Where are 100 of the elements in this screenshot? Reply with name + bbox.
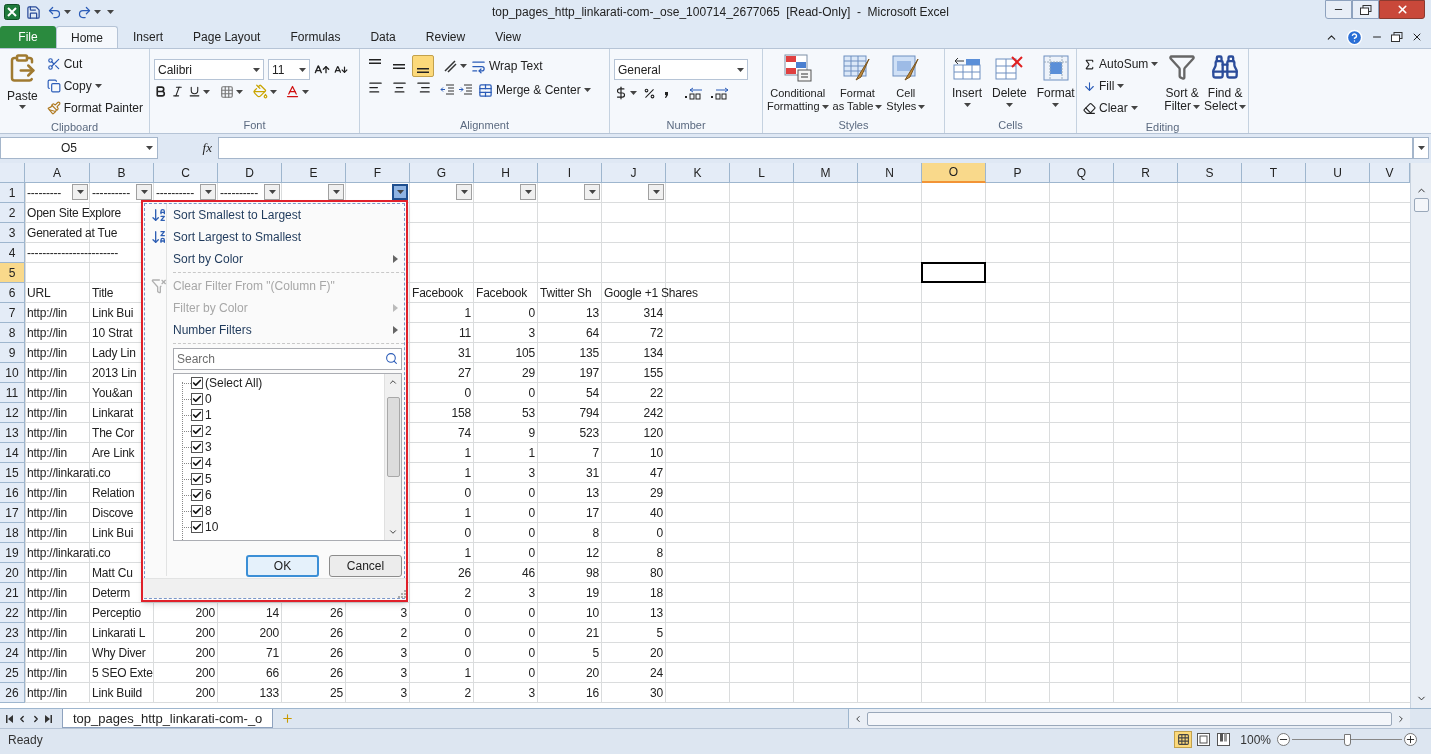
name-box[interactable]: O5 bbox=[0, 137, 158, 159]
checkbox[interactable] bbox=[191, 425, 203, 437]
row-header[interactable]: 2 bbox=[0, 203, 25, 223]
value-label[interactable]: 2 bbox=[205, 422, 212, 440]
filter-button[interactable] bbox=[136, 184, 152, 200]
filter-button[interactable] bbox=[328, 184, 344, 200]
menu-item[interactable]: Number Filters bbox=[145, 319, 404, 341]
zoom-level[interactable]: 100% bbox=[1240, 730, 1271, 749]
help-icon[interactable] bbox=[1346, 28, 1363, 46]
view-button[interactable] bbox=[1194, 731, 1213, 748]
value-label[interactable]: 4 bbox=[205, 454, 212, 472]
merge-center-button[interactable]: Merge & Center bbox=[476, 79, 593, 101]
ribbon-tab[interactable]: Data bbox=[355, 26, 411, 48]
column-header[interactable]: K bbox=[666, 163, 730, 183]
row-header[interactable]: 21 bbox=[0, 583, 25, 603]
row-header[interactable]: 18 bbox=[0, 523, 25, 543]
paste-button[interactable]: Paste bbox=[4, 53, 41, 119]
number-format-field[interactable]: General bbox=[614, 59, 748, 80]
row-header[interactable]: 10 bbox=[0, 363, 25, 383]
filter-button[interactable] bbox=[648, 184, 664, 200]
bold-icon[interactable] bbox=[154, 85, 167, 98]
vertical-scrollbar[interactable] bbox=[1410, 163, 1431, 708]
checkbox[interactable] bbox=[191, 441, 203, 453]
column-header[interactable]: O bbox=[922, 163, 986, 183]
style-button[interactable]: Format as Table bbox=[832, 53, 883, 117]
fill-color-icon[interactable] bbox=[253, 84, 268, 99]
zoom-slider-thumb[interactable] bbox=[1344, 733, 1351, 746]
column-header[interactable]: Q bbox=[1050, 163, 1114, 183]
menu-item[interactable]: Sort Largest to Smallest bbox=[145, 226, 404, 248]
dialog-button[interactable]: Cancel bbox=[329, 555, 402, 577]
zoom-slider[interactable] bbox=[1292, 733, 1402, 746]
row-header[interactable]: 13 bbox=[0, 423, 25, 443]
ribbon-tab[interactable]: Page Layout bbox=[178, 26, 276, 48]
row-header[interactable]: 17 bbox=[0, 503, 25, 523]
ribbon-tab[interactable]: Home bbox=[56, 26, 118, 48]
copy-button[interactable]: Copy bbox=[44, 75, 145, 97]
row-header[interactable]: 23 bbox=[0, 623, 25, 643]
zoom-out-icon[interactable] bbox=[1277, 733, 1290, 746]
column-header[interactable]: H bbox=[474, 163, 538, 183]
filter-button[interactable] bbox=[200, 184, 216, 200]
search-field[interactable]: Search bbox=[173, 348, 402, 370]
file-tab[interactable]: File bbox=[0, 26, 56, 48]
checkbox[interactable] bbox=[191, 457, 203, 469]
checkbox[interactable] bbox=[191, 409, 203, 421]
ribbon-tab[interactable]: Review bbox=[410, 26, 481, 48]
column-header[interactable]: B bbox=[90, 163, 154, 183]
percent-icon[interactable] bbox=[643, 86, 656, 100]
row-header[interactable]: 14 bbox=[0, 443, 25, 463]
row-header[interactable]: 20 bbox=[0, 563, 25, 583]
row-header[interactable]: 24 bbox=[0, 643, 25, 663]
formula-input[interactable] bbox=[218, 137, 1413, 159]
wrap-text-button[interactable]: Wrap Text bbox=[469, 55, 545, 77]
column-header[interactable]: I bbox=[538, 163, 602, 183]
column-header[interactable]: E bbox=[282, 163, 346, 183]
column-header[interactable]: V bbox=[1370, 163, 1410, 183]
scroll-thumb[interactable] bbox=[1413, 198, 1429, 212]
first-sheet-icon[interactable] bbox=[6, 714, 13, 723]
close-button[interactable] bbox=[1379, 0, 1425, 19]
column-header[interactable]: T bbox=[1242, 163, 1306, 183]
row-header[interactable]: 19 bbox=[0, 543, 25, 563]
value-label[interactable]: (Select All) bbox=[205, 374, 263, 392]
row-header[interactable]: 12 bbox=[0, 403, 25, 423]
horizontal-scrollbar[interactable] bbox=[848, 709, 1410, 728]
value-label[interactable]: 3 bbox=[205, 438, 212, 456]
vertical-align-button[interactable] bbox=[412, 55, 434, 77]
filter-button[interactable] bbox=[520, 184, 536, 200]
cells-button[interactable]: Format bbox=[1033, 53, 1078, 117]
column-header[interactable]: S bbox=[1178, 163, 1242, 183]
underline-icon[interactable] bbox=[188, 85, 201, 98]
format-painter-button[interactable]: Format Painter bbox=[44, 97, 145, 119]
style-button[interactable]: Conditional Formatting bbox=[767, 53, 829, 117]
restore-icon[interactable] bbox=[1391, 32, 1403, 42]
checkbox[interactable] bbox=[191, 473, 203, 485]
increase-indent-icon[interactable] bbox=[458, 82, 474, 98]
italic-icon[interactable] bbox=[171, 85, 184, 98]
app-logo-icon[interactable] bbox=[4, 4, 20, 20]
redo-icon[interactable] bbox=[77, 4, 92, 20]
font-name-field[interactable]: Calibri bbox=[154, 59, 264, 80]
column-header[interactable]: A bbox=[25, 163, 90, 183]
ribbon-tab[interactable]: Insert bbox=[118, 26, 179, 48]
decrease-decimal-icon[interactable] bbox=[710, 86, 730, 100]
row-header[interactable]: 1 bbox=[0, 183, 25, 203]
checkbox[interactable] bbox=[191, 521, 203, 533]
value-label[interactable]: 10 bbox=[205, 518, 219, 536]
row-header[interactable]: 8 bbox=[0, 323, 25, 343]
font-color-icon[interactable] bbox=[285, 84, 300, 99]
checkbox[interactable] bbox=[191, 505, 203, 517]
checkbox[interactable] bbox=[191, 377, 203, 389]
decrease-indent-icon[interactable] bbox=[440, 82, 456, 98]
column-header[interactable]: G bbox=[410, 163, 474, 183]
checkbox[interactable] bbox=[191, 393, 203, 405]
row-header[interactable]: 6 bbox=[0, 283, 25, 303]
dialog-button[interactable]: OK bbox=[246, 555, 319, 577]
value-label[interactable]: 6 bbox=[205, 486, 212, 504]
filter-button[interactable] bbox=[72, 184, 88, 200]
filter-button[interactable] bbox=[584, 184, 600, 200]
row-header[interactable]: 22 bbox=[0, 603, 25, 623]
column-header[interactable]: J bbox=[602, 163, 666, 183]
last-sheet-icon[interactable] bbox=[45, 714, 52, 723]
scrollbar[interactable] bbox=[384, 374, 401, 540]
